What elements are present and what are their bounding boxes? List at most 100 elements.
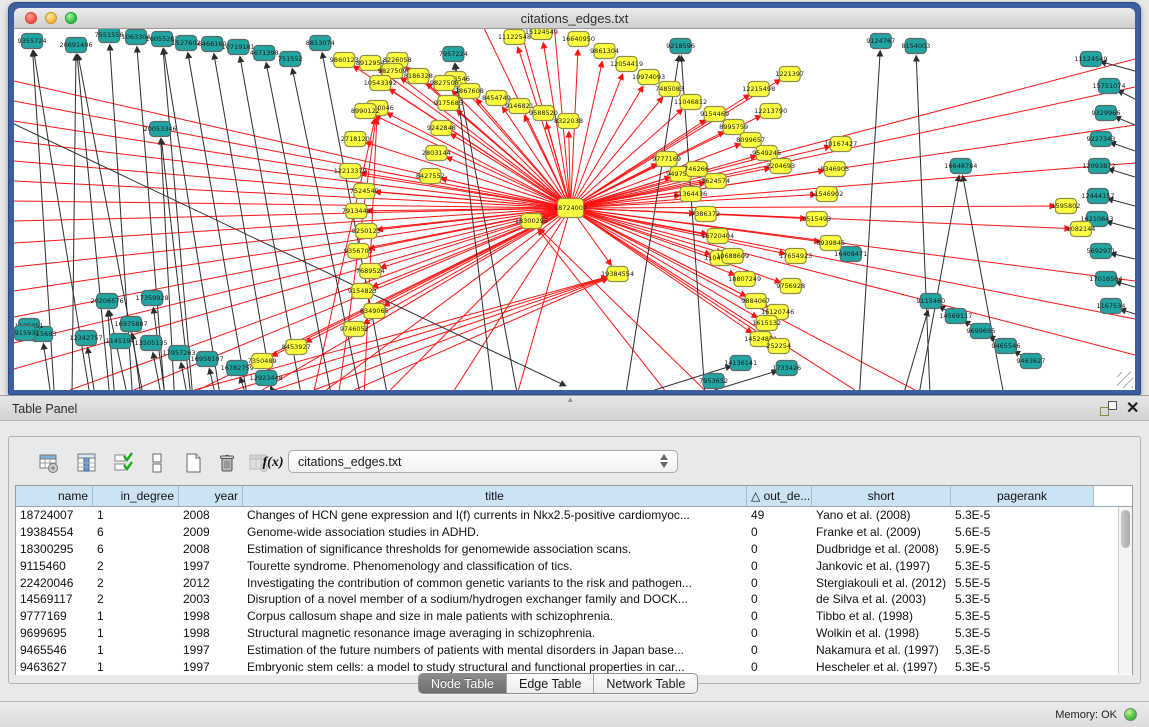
graph-node[interactable]: 3624574 <box>701 174 730 189</box>
tab-edge-table[interactable]: Edge Table <box>507 674 594 693</box>
column-header-3[interactable]: title <box>243 486 747 506</box>
graph-node[interactable]: 7485083 <box>655 82 684 97</box>
graph-node[interactable]: 16648784 <box>944 159 977 174</box>
graph-node[interactable]: 14569117 <box>939 309 972 324</box>
graph-node[interactable]: 2718120 <box>341 132 370 147</box>
graph-node[interactable]: 17016504 <box>1089 272 1122 287</box>
table-row[interactable]: 2242004622012Investigating the contribut… <box>16 574 1132 591</box>
graph-node[interactable]: 12093872 <box>1082 159 1115 174</box>
graph-node[interactable]: 8322038 <box>554 114 583 129</box>
column-chooser-icon[interactable] <box>74 450 100 476</box>
graph-node[interactable]: 12215498 <box>742 82 775 97</box>
graph-node[interactable]: 1221397 <box>775 67 804 82</box>
graph-node[interactable]: 20691406 <box>60 38 93 53</box>
table-settings-icon[interactable] <box>36 450 62 476</box>
graph-node[interactable]: 9115460 <box>916 294 945 309</box>
graph-node[interactable]: 9154823 <box>348 284 377 299</box>
graph-node[interactable]: 11046812 <box>674 95 707 110</box>
graph-node[interactable]: 9329966 <box>1091 106 1120 121</box>
graph-node[interactable]: 11124549 <box>1074 52 1107 67</box>
graph-node[interactable]: 8939845 <box>816 236 845 251</box>
graph-node[interactable]: 9777169 <box>652 152 681 167</box>
float-panel-icon[interactable] <box>1100 401 1117 416</box>
column-header-6[interactable]: pagerank <box>951 486 1094 506</box>
graph-node[interactable]: 17359928 <box>136 291 169 306</box>
graph-node[interactable]: 9218596 <box>666 39 695 54</box>
graph-node[interactable]: 1167534 <box>1096 299 1125 314</box>
graph-node[interactable]: 9355724 <box>18 34 47 49</box>
table-row[interactable]: 1830029562008Estimation of significance … <box>16 541 1132 558</box>
table-row[interactable]: 977716911998Corpus callosum shape and si… <box>16 608 1132 625</box>
graph-node[interactable]: 9227343 <box>1086 132 1115 147</box>
graph-node[interactable]: 8154003 <box>901 39 930 54</box>
graph-node[interactable]: 7913448 <box>342 204 371 219</box>
graph-node[interactable]: 8990122 <box>351 104 380 119</box>
function-builder-icon[interactable]: f(x) <box>258 450 288 476</box>
graph-node[interactable]: 9356705 <box>344 244 373 259</box>
row-height-icon[interactable] <box>144 450 170 476</box>
graph-node[interactable]: 12054419 <box>610 57 643 72</box>
graph-node[interactable]: 9175685 <box>434 96 463 111</box>
graph-node[interactable]: 9465546 <box>991 339 1020 354</box>
graph-node[interactable]: 2204693 <box>766 159 795 174</box>
column-header-4[interactable]: △ out_de... <box>747 486 812 506</box>
graph-node[interactable]: 8250123 <box>352 224 381 239</box>
graph-node[interactable]: 8346905 <box>820 162 849 177</box>
graph-node[interactable]: 8186328 <box>404 69 433 84</box>
graph-node[interactable]: 9746052 <box>340 322 369 337</box>
graph-node[interactable]: 746266 <box>684 162 709 177</box>
graph-node[interactable]: 16975887 <box>115 317 148 332</box>
graph-node[interactable]: 3915931 <box>14 326 39 341</box>
graph-node[interactable]: 7524540 <box>350 184 379 199</box>
graph-node[interactable]: 5692971 <box>1086 244 1115 259</box>
graph-node[interactable]: 9154469 <box>700 107 729 122</box>
tab-node-table[interactable]: Node Table <box>419 674 507 693</box>
table-row[interactable]: 946554611997Estimation of the future num… <box>16 641 1132 658</box>
graph-node[interactable]: 12444157 <box>1081 189 1114 204</box>
window-titlebar[interactable]: citations_edges.txt <box>14 8 1135 29</box>
window-resize-grip[interactable] <box>1117 372 1133 388</box>
graph-node[interactable]: 252254 <box>766 339 791 354</box>
table-row[interactable]: 911546021997Tourette syndrome. Phenomeno… <box>16 557 1132 574</box>
graph-node[interactable]: 9515493 <box>802 212 831 227</box>
graph-node[interactable]: 1527602 <box>172 36 201 51</box>
select-rows-icon[interactable] <box>110 450 136 476</box>
table-row[interactable]: 1938455462009Genome-wide association stu… <box>16 524 1132 541</box>
new-table-icon[interactable] <box>180 450 206 476</box>
graph-node[interactable]: 16640950 <box>562 32 595 47</box>
graph-node[interactable]: 7953652 <box>699 374 728 389</box>
graph-node[interactable]: 2867608 <box>455 84 484 99</box>
graph-node[interactable]: 9756928 <box>776 279 805 294</box>
column-header-5[interactable]: short <box>812 486 951 506</box>
graph-node[interactable]: 8453927 <box>282 340 311 355</box>
graph-node[interactable]: 1145194 <box>106 334 135 349</box>
graph-node[interactable]: 4671398 <box>250 46 279 61</box>
scrollbar-thumb[interactable] <box>1121 510 1130 548</box>
column-header-1[interactable]: in_degree <box>93 486 179 506</box>
graph-node[interactable]: 8349065 <box>360 304 389 319</box>
table-selector-dropdown[interactable]: citations_edges.txt <box>288 450 678 473</box>
graph-node[interactable]: 9124767 <box>866 34 895 49</box>
graph-node[interactable]: 17654923 <box>779 249 812 264</box>
graph-node[interactable]: 9463627 <box>1016 354 1045 369</box>
graph-node[interactable]: 9861304 <box>590 44 619 59</box>
graph-node[interactable]: 1082144 <box>1066 222 1095 237</box>
graph-node[interactable]: 1733426 <box>772 361 801 376</box>
graph-node[interactable]: 18724007 <box>554 199 587 218</box>
graph-node[interactable]: 2803144 <box>422 146 451 161</box>
delete-table-icon[interactable] <box>214 450 240 476</box>
graph-node[interactable]: 1595802 <box>1051 199 1080 214</box>
graph-node[interactable]: 9242848 <box>427 121 456 136</box>
graph-node[interactable]: 7350489 <box>248 354 277 369</box>
graph-node[interactable]: 8813074 <box>306 36 335 51</box>
graph-node[interactable]: 1615132 <box>752 316 781 331</box>
table-row[interactable]: 1872400712008Changes of HCN gene express… <box>16 507 1132 524</box>
graph-node[interactable]: 16720404 <box>701 229 734 244</box>
column-header-2[interactable]: year <box>179 486 243 506</box>
graph-node[interactable]: 7957224 <box>439 47 468 62</box>
column-header-0[interactable]: name <box>16 486 93 506</box>
graph-node[interactable]: 9699695 <box>966 324 995 339</box>
graph-node[interactable]: 7689524 <box>356 264 385 279</box>
graph-node[interactable]: 7551556 <box>95 29 124 43</box>
graph-node[interactable]: 20206576 <box>91 294 124 309</box>
